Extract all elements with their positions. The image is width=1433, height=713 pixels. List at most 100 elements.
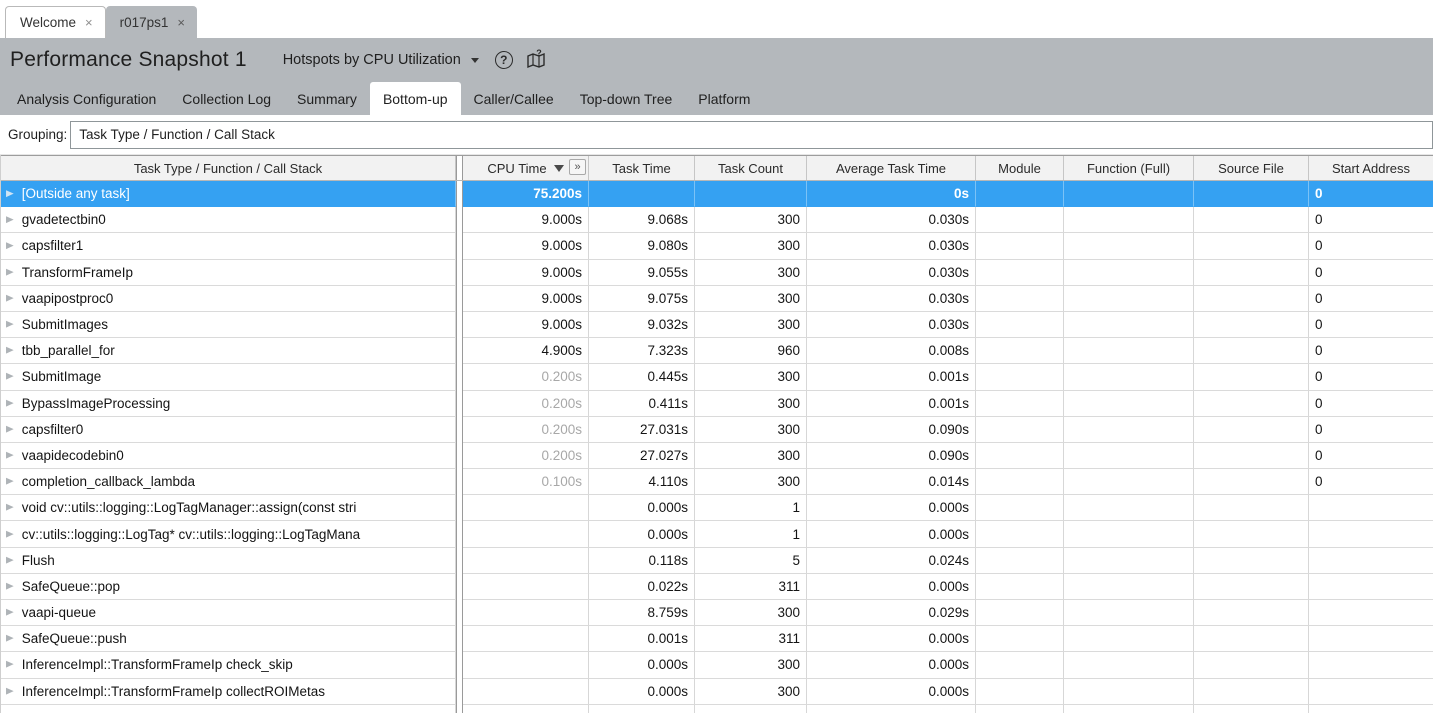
- table-row[interactable]: ▶TransformFrameIp9.000s9.055s3000.030s0: [1, 260, 1433, 286]
- expand-caret-icon[interactable]: ▶: [6, 346, 14, 356]
- expand-columns-button[interactable]: »: [569, 159, 586, 175]
- table-row[interactable]: ▶SafeQueue::push0.001s3110.000s: [1, 626, 1433, 652]
- cell-task_count: 300: [695, 364, 807, 390]
- column-splitter[interactable]: [456, 364, 463, 390]
- expand-caret-icon[interactable]: ▶: [6, 581, 14, 591]
- column-header-module[interactable]: Module: [976, 156, 1064, 180]
- cell-source_file: [1194, 181, 1309, 207]
- table-row[interactable]: ▶vaapipostproc09.000s9.075s3000.030s0: [1, 286, 1433, 312]
- column-header-label: Task Type / Function / Call Stack: [134, 161, 322, 176]
- table-row[interactable]: ▶vaapi-queue8.759s3000.029s: [1, 600, 1433, 626]
- column-splitter[interactable]: [456, 626, 463, 652]
- table-row[interactable]: ▶Flush0.118s50.024s: [1, 548, 1433, 574]
- expand-caret-icon[interactable]: ▶: [6, 293, 14, 303]
- expand-caret-icon[interactable]: ▶: [6, 634, 14, 644]
- column-splitter[interactable]: [456, 233, 463, 259]
- cell-cpu_time: 0.200s: [463, 417, 589, 443]
- table-row[interactable]: ▶capsfilter00.200s27.031s3000.090s0: [1, 417, 1433, 443]
- table-row[interactable]: ▶SafeQueue::pop0.022s3110.000s: [1, 574, 1433, 600]
- cell-task_count: 300: [695, 469, 807, 495]
- doc-tab-welcome[interactable]: Welcome ×: [5, 6, 106, 38]
- help-icon[interactable]: ?: [495, 51, 513, 69]
- column-header-cpu_time[interactable]: CPU Time»: [463, 156, 589, 180]
- column-header-function_full[interactable]: Function (Full): [1064, 156, 1194, 180]
- column-splitter[interactable]: [456, 705, 463, 713]
- column-splitter[interactable]: [456, 181, 463, 207]
- cell-avg_task_time: 0.030s: [807, 260, 976, 286]
- expand-caret-icon[interactable]: ▶: [6, 503, 14, 513]
- expand-caret-icon[interactable]: ▶: [6, 189, 14, 199]
- column-header-task_count[interactable]: Task Count: [695, 156, 807, 180]
- column-header-avg_task_time[interactable]: Average Task Time: [807, 156, 976, 180]
- expand-caret-icon[interactable]: ▶: [6, 424, 14, 434]
- view-tab-collection-log[interactable]: Collection Log: [169, 82, 284, 115]
- close-icon[interactable]: ×: [177, 16, 185, 29]
- column-splitter[interactable]: [456, 679, 463, 705]
- close-icon[interactable]: ×: [85, 16, 93, 29]
- expand-caret-icon[interactable]: ▶: [6, 686, 14, 696]
- column-splitter[interactable]: [456, 548, 463, 574]
- expand-caret-icon[interactable]: ▶: [6, 477, 14, 487]
- cell-task_time: 0.411s: [589, 391, 695, 417]
- column-splitter[interactable]: [456, 469, 463, 495]
- viewpoint-selector[interactable]: Hotspots by CPU Utilization: [283, 52, 479, 68]
- cell-function_full: [1064, 260, 1194, 286]
- column-splitter[interactable]: [456, 521, 463, 547]
- table-row[interactable]: ▶BypassImageProcessing0.200s0.411s3000.0…: [1, 391, 1433, 417]
- cell-start_address: [1309, 626, 1433, 652]
- table-row[interactable]: ▶void cv::utils::logging::LogTagManager:…: [1, 495, 1433, 521]
- table-row[interactable]: ▶InferenceImpl::TransformFrameIp collect…: [1, 679, 1433, 705]
- column-header-task_time[interactable]: Task Time: [589, 156, 695, 180]
- view-tab-platform[interactable]: Platform: [685, 82, 763, 115]
- table-row[interactable]: ▶vaapidecodebin00.200s27.027s3000.090s0: [1, 443, 1433, 469]
- column-splitter[interactable]: [456, 260, 463, 286]
- expand-caret-icon[interactable]: ▶: [6, 660, 14, 670]
- column-splitter[interactable]: [456, 312, 463, 338]
- table-row[interactable]: ▶SubmitImages9.000s9.032s3000.030s0: [1, 312, 1433, 338]
- view-tab-caller-callee[interactable]: Caller/Callee: [461, 82, 567, 115]
- view-tab-summary[interactable]: Summary: [284, 82, 370, 115]
- column-header-name[interactable]: Task Type / Function / Call Stack: [1, 156, 456, 180]
- column-splitter[interactable]: [456, 207, 463, 233]
- expand-caret-icon[interactable]: ▶: [6, 608, 14, 618]
- expand-caret-icon[interactable]: ▶: [6, 529, 14, 539]
- view-tab-top-down-tree[interactable]: Top-down Tree: [567, 82, 686, 115]
- cell-cpu_time: 9.000s: [463, 260, 589, 286]
- view-tab-bottom-up[interactable]: Bottom-up: [370, 82, 461, 115]
- expand-caret-icon[interactable]: ▶: [6, 241, 14, 251]
- expand-caret-icon[interactable]: ▶: [6, 320, 14, 330]
- column-splitter[interactable]: [456, 652, 463, 678]
- table-row[interactable]: ▶[Outside any task]75.200s0s0: [1, 181, 1433, 207]
- doc-tab-result[interactable]: r017ps1 ×: [106, 6, 197, 38]
- guided-help-map-icon[interactable]: ?: [525, 49, 547, 71]
- table-row[interactable]: ▶SubmitImage0.200s0.445s3000.001s0: [1, 364, 1433, 390]
- view-tab-analysis-configuration[interactable]: Analysis Configuration: [4, 82, 169, 115]
- column-splitter[interactable]: [456, 391, 463, 417]
- expand-caret-icon[interactable]: ▶: [6, 372, 14, 382]
- column-header-source_file[interactable]: Source File: [1194, 156, 1309, 180]
- column-header-start_address[interactable]: Start Address: [1309, 156, 1433, 180]
- expand-caret-icon[interactable]: ▶: [6, 451, 14, 461]
- row-name-label: [Outside any task]: [22, 186, 130, 201]
- column-splitter[interactable]: [456, 338, 463, 364]
- expand-caret-icon[interactable]: ▶: [6, 215, 14, 225]
- expand-caret-icon[interactable]: ▶: [6, 267, 14, 277]
- column-splitter[interactable]: [456, 443, 463, 469]
- expand-caret-icon[interactable]: ▶: [6, 555, 14, 565]
- column-splitter[interactable]: [456, 286, 463, 312]
- grouping-dropdown[interactable]: Task Type / Function / Call Stack: [70, 121, 1433, 149]
- table-row[interactable]: ▶capsfilter19.000s9.080s3000.030s0: [1, 233, 1433, 259]
- row-name-cell: ▶SubmitImage: [1, 364, 456, 390]
- table-row[interactable]: ▶InferenceImpl::TransformFrameIp check_s…: [1, 652, 1433, 678]
- column-splitter[interactable]: [456, 600, 463, 626]
- table-row[interactable]: ▶completion_callback_lambda0.100s4.110s3…: [1, 469, 1433, 495]
- table-row[interactable]: ▶cv::utils::logging::LogTag* cv::utils::…: [1, 521, 1433, 547]
- table-row[interactable]: ▶gvadetectbin09.000s9.068s3000.030s0: [1, 207, 1433, 233]
- column-splitter[interactable]: [456, 417, 463, 443]
- column-splitter[interactable]: [456, 156, 463, 180]
- cell-cpu_time: 0.100s: [463, 469, 589, 495]
- column-splitter[interactable]: [456, 574, 463, 600]
- column-splitter[interactable]: [456, 495, 463, 521]
- expand-caret-icon[interactable]: ▶: [6, 398, 14, 408]
- table-row[interactable]: ▶tbb_parallel_for4.900s7.323s9600.008s0: [1, 338, 1433, 364]
